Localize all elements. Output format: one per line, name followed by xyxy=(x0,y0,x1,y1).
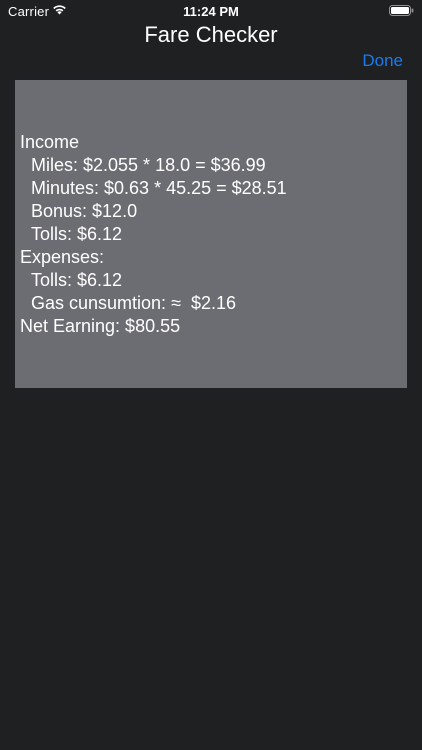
fare-result-panel: Income Miles: $2.055 * 18.0 = $36.99 Min… xyxy=(15,80,407,388)
status-bar: Carrier 11:24 PM xyxy=(0,0,422,24)
battery-icon xyxy=(389,5,414,16)
bonus-line: Bonus: $12.0 xyxy=(31,201,138,221)
miles-line: Miles: $2.055 * 18.0 = $36.99 xyxy=(31,155,266,175)
page-title: Fare Checker xyxy=(144,22,278,47)
expenses-header: Expenses: xyxy=(20,247,105,267)
done-button[interactable]: Done xyxy=(362,51,403,71)
income-tolls-line: Tolls: $6.12 xyxy=(31,224,123,244)
net-earning-line: Net Earning: $80.55 xyxy=(20,316,181,336)
expense-tolls-line: Tolls: $6.12 xyxy=(31,270,123,290)
income-header: Income xyxy=(20,132,80,152)
gas-consumption-line: Gas cunsumtion: ≈ $2.16 xyxy=(31,293,236,313)
minutes-line: Minutes: $0.63 * 45.25 = $28.51 xyxy=(31,178,287,198)
status-time: 11:24 PM xyxy=(183,4,239,19)
